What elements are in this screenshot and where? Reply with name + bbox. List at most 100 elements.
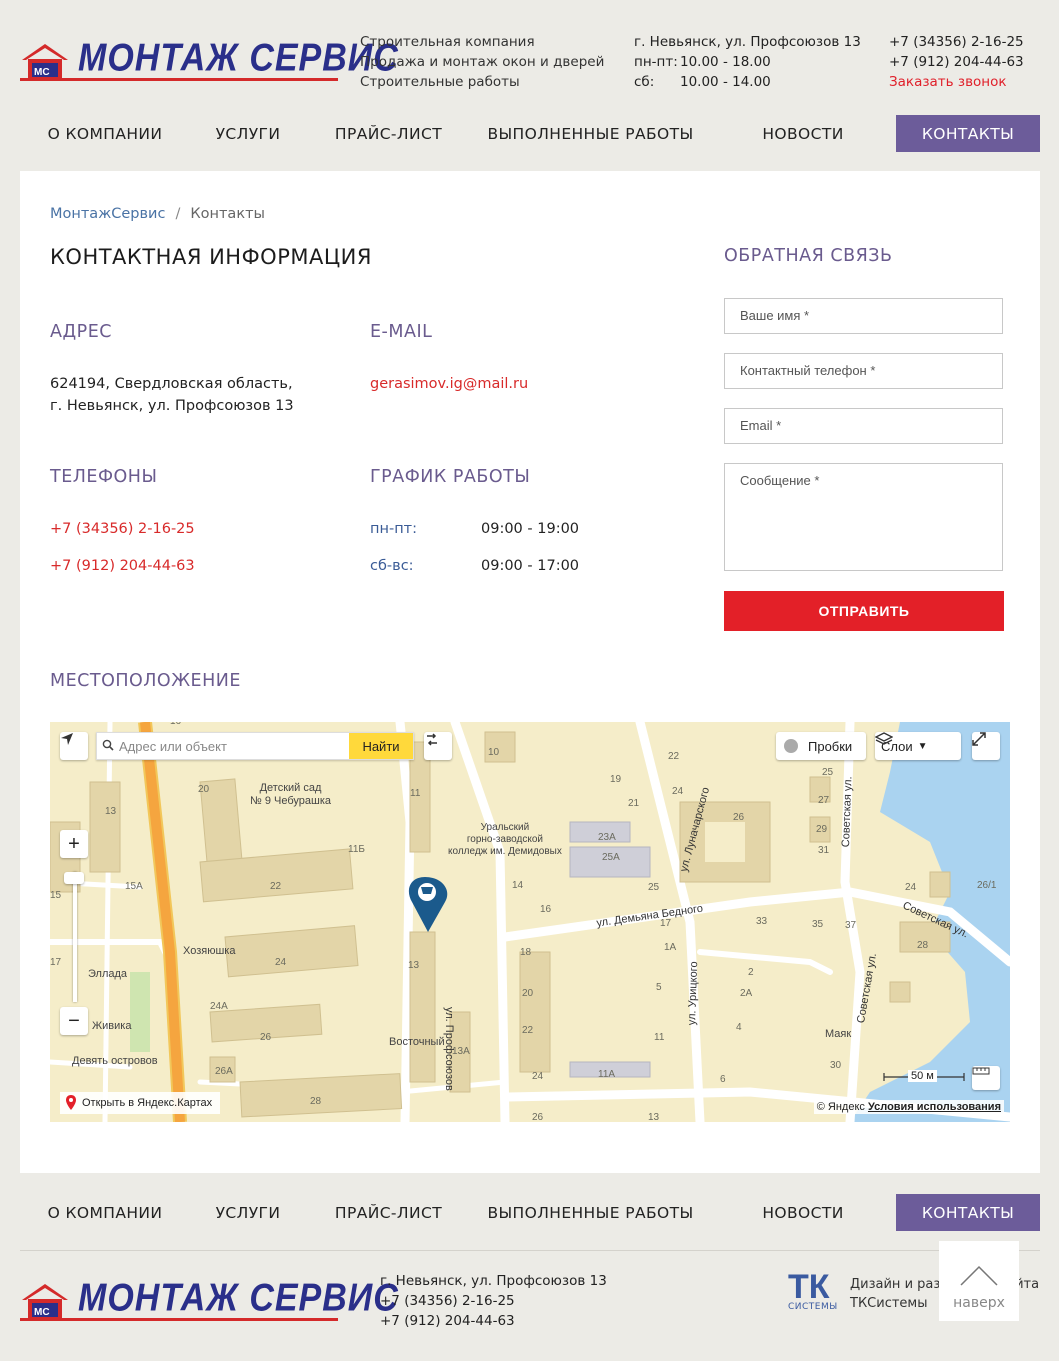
schedule-value: 09:00 - 19:00	[481, 521, 580, 537]
hours-value: 10.00 - 14.00	[680, 74, 771, 90]
footer-logo[interactable]: МС МОНТАЖ СЕРВИС	[20, 1276, 398, 1324]
breadcrumb-home[interactable]: МонтажСервис	[50, 206, 165, 222]
map-label: Уральский	[480, 822, 530, 833]
site-logo[interactable]: МС МОНТАЖ СЕРВИС	[20, 36, 398, 84]
footer-phone[interactable]: +7 (912) 204-44-63	[380, 1311, 607, 1331]
map-poi-label: Эллада	[88, 968, 128, 980]
nav-works[interactable]: ВЫПОЛНЕННЫЕ РАБОТЫ	[471, 115, 710, 152]
schedule-label: пн-пт:	[370, 521, 418, 537]
scroll-to-top-button[interactable]: наверх	[939, 1241, 1019, 1321]
geolocation-button[interactable]	[60, 732, 88, 760]
svg-text:22: 22	[668, 751, 680, 762]
header-address-block: г. Невьянск, ул. Профсоюзов 13 пн-пт: 10…	[634, 32, 861, 92]
footer-nav: О КОМПАНИИ УСЛУГИ ПРАЙС-ЛИСТ ВЫПОЛНЕННЫЕ…	[20, 1194, 1040, 1231]
scale-label: 50 м	[908, 1070, 937, 1082]
nav-prices[interactable]: ПРАЙС-ЛИСТ	[306, 1194, 471, 1231]
svg-text:30: 30	[830, 1060, 842, 1071]
send-button[interactable]: ОТПРАВИТЬ	[724, 591, 1004, 631]
route-button[interactable]	[424, 732, 452, 760]
header-phone[interactable]: +7 (34356) 2-16-25	[889, 32, 1024, 52]
nav-services[interactable]: УСЛУГИ	[190, 1194, 306, 1231]
layers-button[interactable]: Слои ▼	[875, 732, 961, 760]
email-link[interactable]: gerasimov.ig@mail.ru	[370, 373, 528, 395]
schedule-label: сб-вс:	[370, 558, 414, 574]
hours-value: 10.00 - 18.00	[680, 54, 771, 70]
nav-about[interactable]: О КОМПАНИИ	[20, 115, 190, 152]
message-field[interactable]: Сообщение *	[724, 463, 1003, 571]
svg-text:24: 24	[905, 882, 917, 893]
map-search-input[interactable]: Адрес или объект	[97, 733, 349, 759]
svg-text:20: 20	[198, 784, 210, 795]
svg-text:24: 24	[672, 786, 684, 797]
svg-text:33: 33	[756, 916, 768, 927]
map-find-button[interactable]: Найти	[349, 733, 413, 759]
logo-underline	[20, 78, 338, 81]
name-field[interactable]: Ваше имя *	[724, 298, 1003, 334]
zoom-in-button[interactable]: +	[60, 830, 88, 858]
svg-text:15А: 15А	[125, 881, 143, 892]
footer-phone[interactable]: +7 (34356) 2-16-25	[380, 1291, 607, 1311]
svg-text:17: 17	[50, 957, 62, 968]
svg-text:4: 4	[736, 1022, 742, 1033]
header-phones: +7 (34356) 2-16-25 +7 (912) 204-44-63 За…	[889, 32, 1024, 92]
nav-contacts[interactable]: КОНТАКТЫ	[896, 1194, 1040, 1231]
svg-text:23А: 23А	[598, 832, 616, 843]
phone-link[interactable]: +7 (34356) 2-16-25	[50, 518, 195, 540]
chevron-down-icon: ▼	[917, 740, 928, 752]
nav-contacts[interactable]: КОНТАКТЫ	[896, 115, 1040, 152]
map-label-college: Уральский горно-заводской колледж им. Де…	[448, 822, 562, 858]
email-heading: E-MAIL	[370, 322, 433, 342]
location-heading: МЕСТОПОЛОЖЕНИЕ	[50, 671, 241, 691]
map-canvas[interactable]: 162013 15А1522 172424А 2626А28 1111Б13 1…	[50, 722, 1010, 1122]
header-description: Строительная компания Продажа и монтаж о…	[360, 32, 604, 92]
svg-text:13: 13	[408, 960, 420, 971]
open-in-yandex-maps[interactable]: Открыть в Яндекс.Картах	[60, 1092, 221, 1114]
header-phone[interactable]: +7 (912) 204-44-63	[889, 52, 1024, 72]
footer-address: г. Невьянск, ул. Профсоюзов 13	[380, 1273, 607, 1289]
map-pin-icon	[408, 877, 448, 932]
map-label-kindergarten: Детский сад № 9 Чебурашка	[250, 782, 331, 808]
nav-services[interactable]: УСЛУГИ	[190, 115, 306, 152]
footer-divider	[20, 1250, 1040, 1251]
svg-text:11Б: 11Б	[348, 844, 365, 855]
logo-badge: МС	[34, 1307, 50, 1318]
nav-works[interactable]: ВЫПОЛНЕННЫЕ РАБОТЫ	[471, 1194, 710, 1231]
phone-field[interactable]: Контактный телефон *	[724, 353, 1003, 389]
developer-logo[interactable]: ТК СИСТЕМЫ	[788, 1270, 838, 1312]
zoom-slider[interactable]	[73, 872, 77, 1002]
header-hours-row: пн-пт: 10.00 - 18.00	[634, 52, 861, 72]
svg-text:18: 18	[520, 947, 532, 958]
svg-text:29: 29	[816, 824, 828, 835]
nav-news[interactable]: НОВОСТИ	[710, 1194, 896, 1231]
email-field[interactable]: Email *	[724, 408, 1003, 444]
svg-text:16: 16	[170, 722, 182, 727]
terms-link[interactable]: Условия использования	[868, 1101, 1001, 1113]
address-line: г. Невьянск, ул. Профсоюзов 13	[50, 398, 294, 414]
map-street-label: ул. Профсоюзов	[443, 1007, 455, 1091]
map-copyright: © Яндекс Условия использования	[813, 1100, 1004, 1114]
phone-link[interactable]: +7 (912) 204-44-63	[50, 555, 195, 577]
zoom-out-button[interactable]: −	[60, 1007, 88, 1035]
yandex-map[interactable]: 162013 15А1522 172424А 2626А28 1111Б13 1…	[50, 722, 1010, 1122]
traffic-button[interactable]: Пробки	[776, 732, 866, 760]
header-address: г. Невьянск, ул. Профсоюзов 13	[634, 34, 861, 50]
svg-text:22: 22	[270, 881, 282, 892]
header-hours-row: сб: 10.00 - 14.00	[634, 72, 861, 92]
ruler-button[interactable]	[972, 1066, 1000, 1090]
callback-link[interactable]: Заказать звонок	[889, 72, 1024, 92]
svg-text:26: 26	[733, 812, 745, 823]
zoom-slider-handle[interactable]	[64, 872, 84, 884]
nav-prices[interactable]: ПРАЙС-ЛИСТ	[306, 115, 471, 152]
layers-icon	[875, 732, 893, 745]
nav-about[interactable]: О КОМПАНИИ	[20, 1194, 190, 1231]
svg-text:2: 2	[748, 967, 754, 978]
logo-badge: МС	[34, 67, 50, 78]
svg-text:25: 25	[648, 882, 660, 893]
nav-news[interactable]: НОВОСТИ	[710, 115, 896, 152]
svg-text:1А: 1А	[664, 942, 677, 953]
fullscreen-button[interactable]	[972, 732, 1000, 760]
copyright-text: © Яндекс	[816, 1101, 865, 1113]
chevron-up-icon	[960, 1265, 998, 1286]
map-poi-label: Хозяюшка	[183, 945, 236, 957]
open-map-label: Открыть в Яндекс.Картах	[82, 1097, 213, 1109]
